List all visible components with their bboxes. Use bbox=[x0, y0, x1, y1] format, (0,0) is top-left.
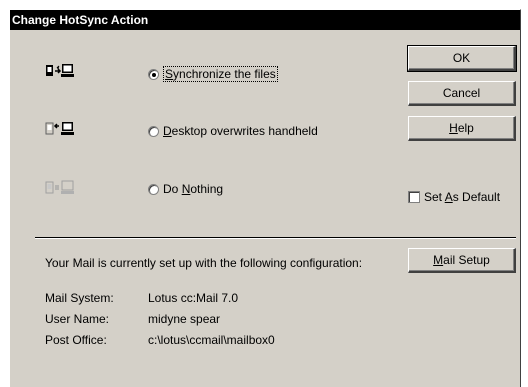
post-office-value: c:\lotus\ccmail\mailbox0 bbox=[148, 333, 275, 347]
do-nothing-radio[interactable] bbox=[148, 183, 159, 195]
window-title: Change HotSync Action bbox=[12, 13, 149, 27]
mail-system-label: Mail System: bbox=[45, 291, 114, 305]
title-bar[interactable]: Change HotSync Action bbox=[10, 10, 520, 30]
ok-button[interactable]: OK bbox=[407, 45, 517, 72]
separator bbox=[35, 237, 516, 239]
cancel-button[interactable]: Cancel bbox=[408, 81, 516, 106]
set-as-default[interactable]: Set As Default bbox=[408, 190, 500, 204]
help-button[interactable]: Help bbox=[408, 116, 516, 141]
change-hotsync-action-dialog: Change HotSync Action Synchronize the fi… bbox=[9, 9, 521, 387]
user-name-label: User Name: bbox=[45, 312, 110, 326]
option-synchronize[interactable]: Synchronize the files bbox=[148, 66, 278, 82]
option-desktop-overwrites[interactable]: Desktop overwrites handheld bbox=[148, 123, 318, 139]
no-transfer-icon bbox=[45, 180, 74, 194]
user-name-value: midyne spear bbox=[148, 312, 221, 326]
desktop-overwrites-radio[interactable] bbox=[148, 125, 159, 137]
desktop-overwrites-label: Desktop overwrites handheld bbox=[163, 124, 318, 138]
do-nothing-label: Do Nothing bbox=[163, 182, 224, 196]
set-as-default-checkbox[interactable] bbox=[408, 191, 420, 203]
desktop-to-handheld-icon bbox=[45, 122, 74, 135]
mail-system-value: Lotus cc:Mail 7.0 bbox=[148, 291, 239, 305]
synchronize-label: Synchronize the files bbox=[163, 66, 278, 82]
option-do-nothing[interactable]: Do Nothing bbox=[148, 181, 223, 197]
set-as-default-label: Set As Default bbox=[424, 190, 501, 204]
handheld-sync-desktop-icon bbox=[46, 64, 74, 77]
mail-setup-button[interactable]: Mail Setup bbox=[408, 248, 516, 273]
synchronize-radio[interactable] bbox=[148, 68, 159, 80]
config-intro: Your Mail is currently set up with the f… bbox=[45, 256, 363, 270]
post-office-label: Post Office: bbox=[45, 333, 107, 347]
